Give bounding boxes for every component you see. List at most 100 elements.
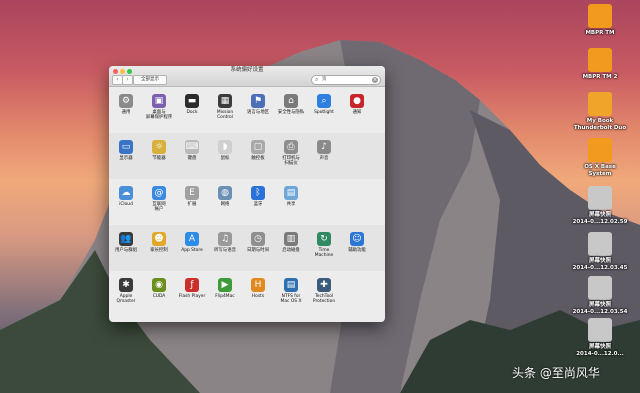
pref-label: 听写与语音 [214,248,236,253]
pref-label: 声音 [319,156,329,161]
desktop-item[interactable]: 屏幕快照 2014-0...12.02.59 [570,186,630,226]
pref-item[interactable]: ◍ 网络 [210,186,240,207]
screenshot-icon [588,186,612,210]
pref-item[interactable]: ☁ iCloud [111,186,141,207]
pref-label: 鼠标 [220,156,230,161]
pref-item[interactable]: ⚙ 通用 [111,94,141,115]
pref-label: 日期与时间 [247,248,269,253]
pref-item[interactable]: E 扩展 [177,186,207,207]
pref-item[interactable]: ▶ Flip4Mac [210,278,240,299]
desktop-item[interactable]: 屏幕快照 2014-0...12.03.45 [570,232,630,272]
pref-label: CUDA [152,294,166,299]
pref-item[interactable]: ☼ 节能器 [144,140,174,161]
drive-icon [588,4,612,28]
desktop-item[interactable]: 屏幕快照 2014-0...12.03.54 [570,276,630,316]
pref-item[interactable]: ⌕ Spotlight [309,94,339,115]
show-all-button[interactable]: 全部显示 [133,75,167,85]
pref-item[interactable]: ◗ 鼠标 [210,140,240,161]
pref-item[interactable]: H Hosts [243,278,273,299]
search-input[interactable]: 资 [322,76,327,84]
pref-item[interactable]: ✱ Apple Qmaster [111,278,141,304]
pref-item[interactable]: ▤ NTFS for Mac OS X [276,278,306,304]
pref-item[interactable]: 👥 用户与群组 [111,232,141,253]
pref-item[interactable]: ♫ 听写与语音 [210,232,240,253]
forward-button[interactable]: › [122,75,133,85]
bluetooth-icon: ᛒ [251,186,265,200]
pref-item[interactable]: ♪ 声音 [309,140,339,161]
accessibility-icon: ☺ [350,232,364,246]
search-field[interactable]: ⌕ 资 × [311,75,381,85]
pref-item[interactable]: ▣ 桌面与 屏幕保护程序 [144,94,174,120]
desktop-item-label: 屏幕快照 2014-0...12.0... [576,344,624,357]
pref-item[interactable]: ▥ 启动磁盘 [276,232,306,253]
pref-item[interactable]: ▦ Mission Control [210,94,240,120]
desktop-item[interactable]: My Book Thunderbolt Duo [570,92,630,132]
desktop-item[interactable]: 屏幕快照 2014-0...12.0... [570,318,630,358]
desktop-item[interactable]: OS X Base System [570,138,630,178]
magnifier-icon: ⌕ [317,94,331,108]
speaker-icon: ♪ [317,140,331,154]
pref-item[interactable]: ✚ TechTool Protection [309,278,339,304]
pref-item[interactable]: ↻ Time Machine [309,232,339,258]
parental-controls-icon: ☻ [152,232,166,246]
pref-label: Dock [186,110,198,115]
pref-item[interactable]: ⚑ 语言与地区 [243,94,273,115]
desktop-item[interactable]: MBPR TM 2 [570,48,630,81]
pref-label: Spotlight [314,110,334,115]
desktop-item-label: 屏幕快照 2014-0...12.03.54 [572,302,628,315]
pref-item[interactable]: ⌨ 键盘 [177,140,207,161]
sharing-folder-icon: ▤ [284,186,298,200]
techtool-icon: ✚ [317,278,331,292]
pref-label: 通用 [121,110,131,115]
drive-icon [588,48,612,72]
pref-label: Hosts [251,294,265,299]
window-title: 系统偏好设置 [230,67,264,73]
microphone-icon: ♫ [218,232,232,246]
pref-label: 打印机与 扫描仪 [282,156,300,167]
pref-item[interactable]: @ 互联网 帐户 [144,186,174,212]
pref-item[interactable]: ▬ Dock [177,94,207,115]
clear-search-icon[interactable]: × [372,77,378,83]
pref-label: 互联网 帐户 [152,202,166,213]
time-machine-icon: ↻ [317,232,331,246]
users-icon: 👥 [119,232,133,246]
system-preferences-window[interactable]: 系统偏好设置 ‹ › 全部显示 ⌕ 资 × ⚙ 通用 ▣ 桌面与 屏幕保护程序 ▬ Doc… [109,66,385,322]
pref-item[interactable]: ▢ 触控板 [243,140,273,161]
pref-label: Flash Player [178,294,206,299]
clock-icon: ◷ [251,232,265,246]
desktop-item-label: MBPR TM [585,30,615,36]
pref-item[interactable]: ☻ 家长控制 [144,232,174,253]
pref-label: 键盘 [187,156,197,161]
hosts-icon: H [251,278,265,292]
flag-icon: ⚑ [251,94,265,108]
pref-item[interactable]: ▭ 显示器 [111,140,141,161]
pref-label: 桌面与 屏幕保护程序 [145,110,173,121]
pref-label: 辅助功能 [348,248,366,253]
pref-item[interactable]: ◷ 日期与时间 [243,232,273,253]
qmaster-icon: ✱ [119,278,133,292]
pref-item[interactable]: ● 通知 [342,94,372,115]
desktop-item-label: My Book Thunderbolt Duo [573,118,627,131]
pref-item[interactable]: ▤ 共享 [276,186,306,207]
desktop-item[interactable]: MBPR TM [570,4,630,37]
pref-label: 启动磁盘 [282,248,300,253]
desktop-item-label: MBPR TM 2 [582,74,618,80]
pref-item[interactable]: ƒ Flash Player [177,278,207,299]
pref-item[interactable]: ◉ CUDA [144,278,174,299]
pref-label: 节能器 [152,156,166,161]
mouse-icon: ◗ [218,140,232,154]
trackpad-icon: ▢ [251,140,265,154]
pref-item[interactable]: ⎙ 打印机与 扫描仪 [276,140,306,166]
watermark: 头条 @至尚风华 [512,366,600,380]
pref-item[interactable]: A App Store [177,232,207,253]
drive-icon [588,138,612,162]
desktop: MBPR TM MBPR TM 2 My Book Thunderbolt Duo O… [0,0,640,393]
pref-item[interactable]: ⌂ 安全性与隐私 [276,94,306,115]
keyboard-icon: ⌨ [185,140,199,154]
app-store-icon: A [185,232,199,246]
title-bar[interactable]: 系统偏好设置 ‹ › 全部显示 ⌕ 资 × [109,66,385,87]
screenshot-icon [588,318,612,342]
pref-item[interactable]: ☺ 辅助功能 [342,232,372,253]
pref-label: Time Machine [314,248,334,259]
pref-item[interactable]: ᛒ 蓝牙 [243,186,273,207]
